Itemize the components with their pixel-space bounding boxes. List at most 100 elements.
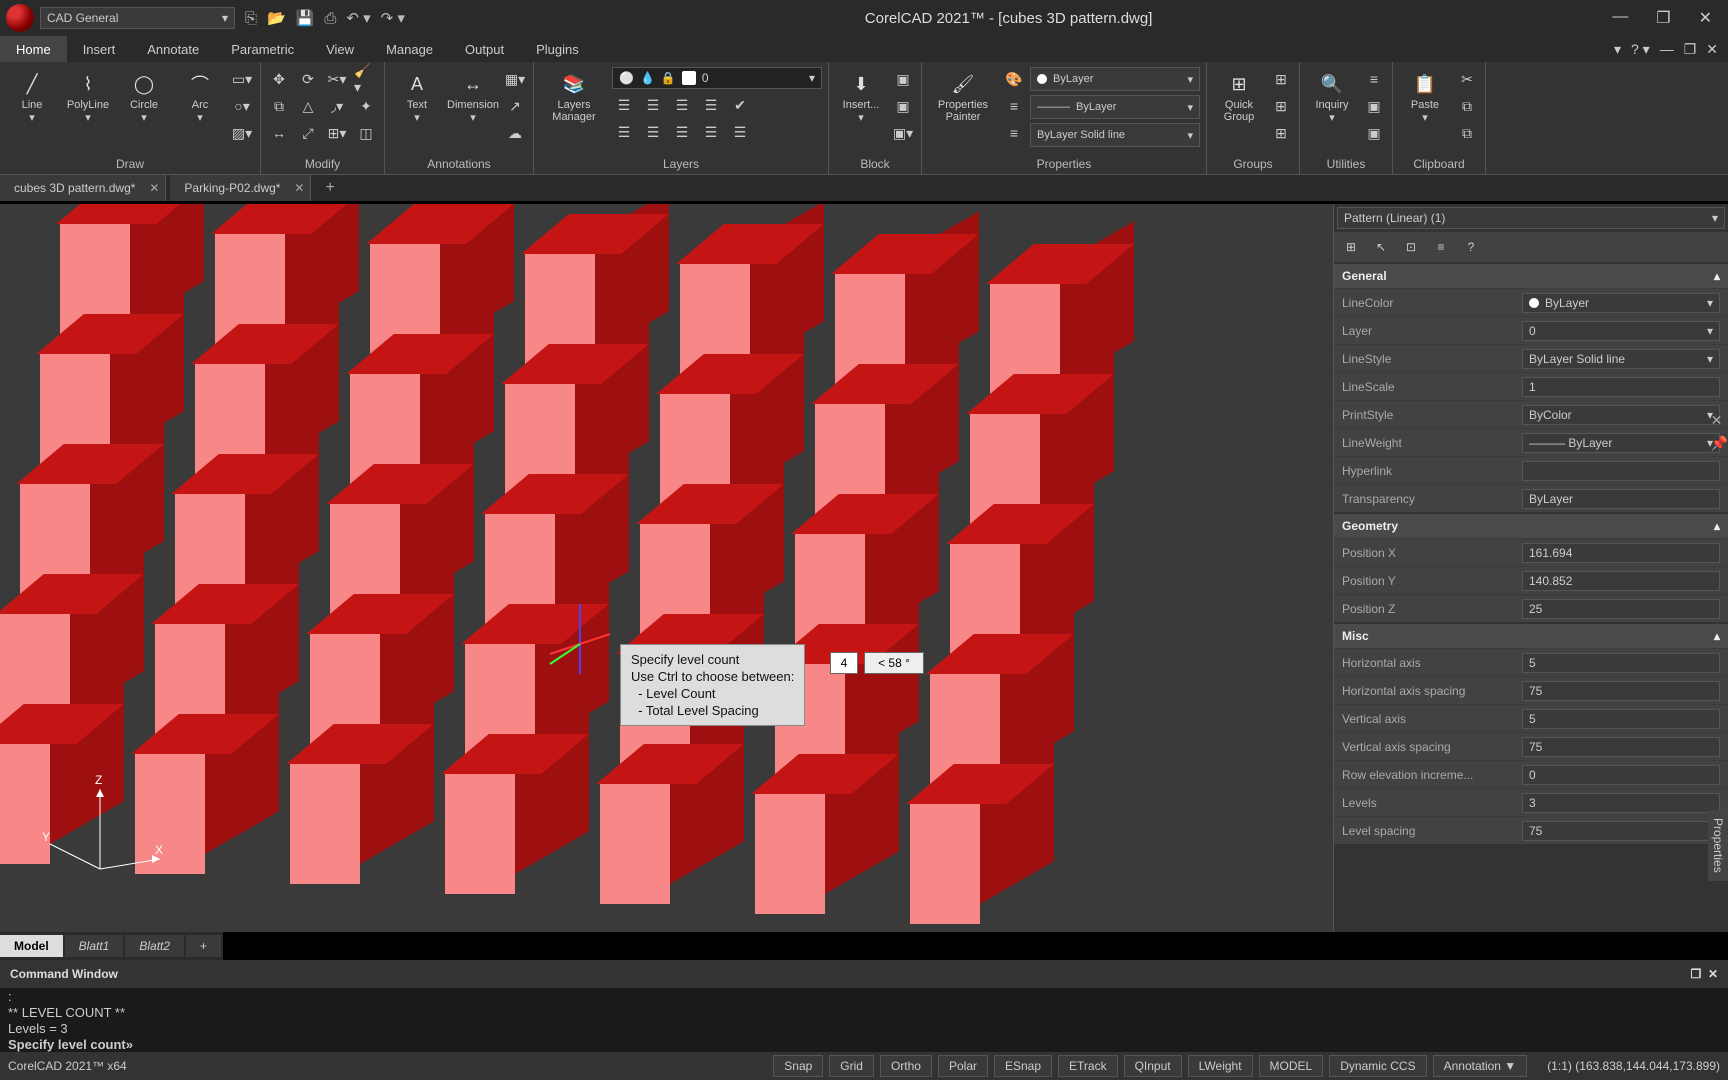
qinput-toggle[interactable]: QInput — [1124, 1055, 1182, 1077]
erase-icon[interactable]: 🧹▾ — [354, 67, 378, 91]
cmd-max-icon[interactable]: ❐ — [1691, 967, 1702, 981]
level-count-input[interactable] — [830, 652, 858, 674]
grid-toggle[interactable]: Grid — [829, 1055, 874, 1077]
line-button[interactable]: ╱Line▾ — [6, 67, 58, 124]
tab-parametric[interactable]: Parametric — [215, 36, 310, 62]
table-icon[interactable]: ▦▾ — [503, 67, 527, 91]
array-icon[interactable]: ⊞▾ — [325, 121, 349, 145]
current-layer-select[interactable]: ⚪💧🔒0▾ — [612, 67, 822, 89]
trim-icon[interactable]: ✂▾ — [325, 67, 349, 91]
tab-home[interactable]: Home — [0, 36, 67, 62]
layer-icon[interactable]: ☰ — [612, 93, 636, 117]
layer-field[interactable]: 0▾ — [1522, 321, 1720, 341]
arc-button[interactable]: ⌒Arc▾ — [174, 67, 226, 124]
check-icon[interactable]: ✔ — [728, 93, 752, 117]
fillet-icon[interactable]: ◞▾ — [325, 94, 349, 118]
section-general[interactable]: General▴ — [1334, 264, 1728, 288]
posz-field[interactable]: 25 — [1522, 599, 1720, 619]
tab-manage[interactable]: Manage — [370, 36, 449, 62]
transparency-field[interactable]: ByLayer — [1522, 489, 1720, 509]
close-tab-icon[interactable]: ✕ — [294, 181, 304, 195]
dccs-toggle[interactable]: Dynamic CCS — [1329, 1055, 1426, 1077]
lweight-toggle[interactable]: LWeight — [1188, 1055, 1253, 1077]
ellipse-icon[interactable]: ○▾ — [230, 94, 254, 118]
doc-min-icon[interactable]: ― — [1660, 41, 1674, 58]
cmd-close-icon[interactable]: ✕ — [1708, 967, 1718, 981]
ortho-toggle[interactable]: Ortho — [880, 1055, 932, 1077]
section-misc[interactable]: Misc▴ — [1334, 624, 1728, 648]
dimension-button[interactable]: ↔Dimension▾ — [447, 67, 499, 124]
help-icon[interactable]: ? ▾ — [1631, 41, 1650, 58]
stretch-icon[interactable]: ↔ — [267, 121, 291, 145]
polyline-button[interactable]: ⌇PolyLine▾ — [62, 67, 114, 124]
vaxis-field[interactable]: 5 — [1522, 709, 1720, 729]
undo-icon[interactable]: ↶ ▾ — [346, 9, 370, 27]
print-icon[interactable]: ⎙ — [324, 10, 336, 27]
cut-icon[interactable]: ✂ — [1455, 67, 1479, 91]
close-icon[interactable]: ✕ — [1699, 8, 1712, 28]
doc-tab[interactable]: Parking-P02.dwg*✕ — [170, 175, 311, 201]
lineweight-field[interactable]: ——— ByLayer▾ — [1522, 433, 1720, 453]
row-elev-field[interactable]: 0 — [1522, 765, 1720, 785]
tab-view[interactable]: View — [310, 36, 370, 62]
section-geometry[interactable]: Geometry▴ — [1334, 514, 1728, 538]
vaxis-spacing-field[interactable]: 75 — [1522, 737, 1720, 757]
minimize-icon[interactable]: ― — [1612, 8, 1628, 28]
pin-icon[interactable]: 📌 — [1711, 435, 1728, 452]
leader-icon[interactable]: ↗ — [503, 94, 527, 118]
hatch-icon[interactable]: ▨▾ — [230, 121, 254, 145]
posx-field[interactable]: 161.694 — [1522, 543, 1720, 563]
properties-side-tab[interactable]: Properties — [1708, 810, 1728, 881]
add-tab-icon[interactable]: + — [315, 179, 344, 197]
command-window[interactable]: : ** LEVEL COUNT ** Levels = 3 Specify l… — [0, 988, 1728, 1052]
paint-icon[interactable]: 🎨 — [1002, 67, 1026, 91]
snap-toggle[interactable]: Snap — [773, 1055, 823, 1077]
open-icon[interactable]: 📂 — [267, 9, 286, 27]
linestyle-select[interactable]: ByLayer Solid line▾ — [1030, 123, 1200, 147]
block-def-icon[interactable]: ▣ — [891, 67, 915, 91]
linecolor-field[interactable]: ByLayer▾ — [1522, 293, 1720, 313]
move-icon[interactable]: ✥ — [267, 67, 291, 91]
haxis-spacing-field[interactable]: 75 — [1522, 681, 1720, 701]
quickgroup-button[interactable]: ⊞Quick Group — [1213, 67, 1265, 123]
hyperlink-field[interactable] — [1522, 461, 1720, 481]
linestyle-field[interactable]: ByLayer Solid line▾ — [1522, 349, 1720, 369]
circle-button[interactable]: ◯Circle▾ — [118, 67, 170, 124]
tab-insert[interactable]: Insert — [67, 36, 132, 62]
color-select[interactable]: ByLayer▾ — [1030, 67, 1200, 91]
copy-icon[interactable]: ⧉ — [267, 94, 291, 118]
doc-tab[interactable]: cubes 3D pattern.dwg*✕ — [0, 175, 166, 201]
posy-field[interactable]: 140.852 — [1522, 571, 1720, 591]
paste-button[interactable]: 📋Paste▾ — [1399, 67, 1451, 124]
scale-icon[interactable]: ⤢ — [296, 121, 320, 145]
lineweight-select[interactable]: ———ByLayer▾ — [1030, 95, 1200, 119]
tab-annotate[interactable]: Annotate — [131, 36, 215, 62]
add-layout-icon[interactable]: + — [186, 935, 221, 957]
levels-field[interactable]: 3 — [1522, 793, 1720, 813]
explode-icon[interactable]: ✦ — [354, 94, 378, 118]
layers-manager-button[interactable]: 📚Layers Manager — [540, 67, 608, 123]
layout-tab-model[interactable]: Model — [0, 935, 63, 957]
doc-max-icon[interactable]: ❐ — [1684, 41, 1697, 58]
panel-tool-icon[interactable]: ⊞ — [1340, 236, 1362, 258]
new-icon[interactable]: ⎘ — [245, 10, 257, 27]
inquiry-button[interactable]: 🔍Inquiry▾ — [1306, 67, 1358, 124]
polar-toggle[interactable]: Polar — [938, 1055, 988, 1077]
doc-close-icon[interactable]: ✕ — [1706, 41, 1718, 58]
mirror-icon[interactable]: △ — [296, 94, 320, 118]
printstyle-field[interactable]: ByColor▾ — [1522, 405, 1720, 425]
rotate-icon[interactable]: ⟳ — [296, 67, 320, 91]
cloud-icon[interactable]: ☁ — [503, 121, 527, 145]
close-tab-icon[interactable]: ✕ — [149, 181, 159, 195]
chevron-down-icon[interactable]: ▾ — [1614, 41, 1621, 58]
level-spacing-field[interactable]: 75 — [1522, 821, 1720, 841]
maximize-icon[interactable]: ❐ — [1656, 8, 1670, 28]
rect-icon[interactable]: ▭▾ — [230, 67, 254, 91]
annotation-toggle[interactable]: Annotation ▼ — [1433, 1055, 1528, 1077]
layout-tab[interactable]: Blatt1 — [65, 935, 124, 957]
viewport-3d[interactable]: Specify level count Use Ctrl to choose b… — [0, 204, 1333, 932]
linescale-field[interactable]: 1 — [1522, 377, 1720, 397]
offset-icon[interactable]: ◫ — [354, 121, 378, 145]
insert-button[interactable]: ⬇Insert...▾ — [835, 67, 887, 124]
layout-tab[interactable]: Blatt2 — [125, 935, 184, 957]
